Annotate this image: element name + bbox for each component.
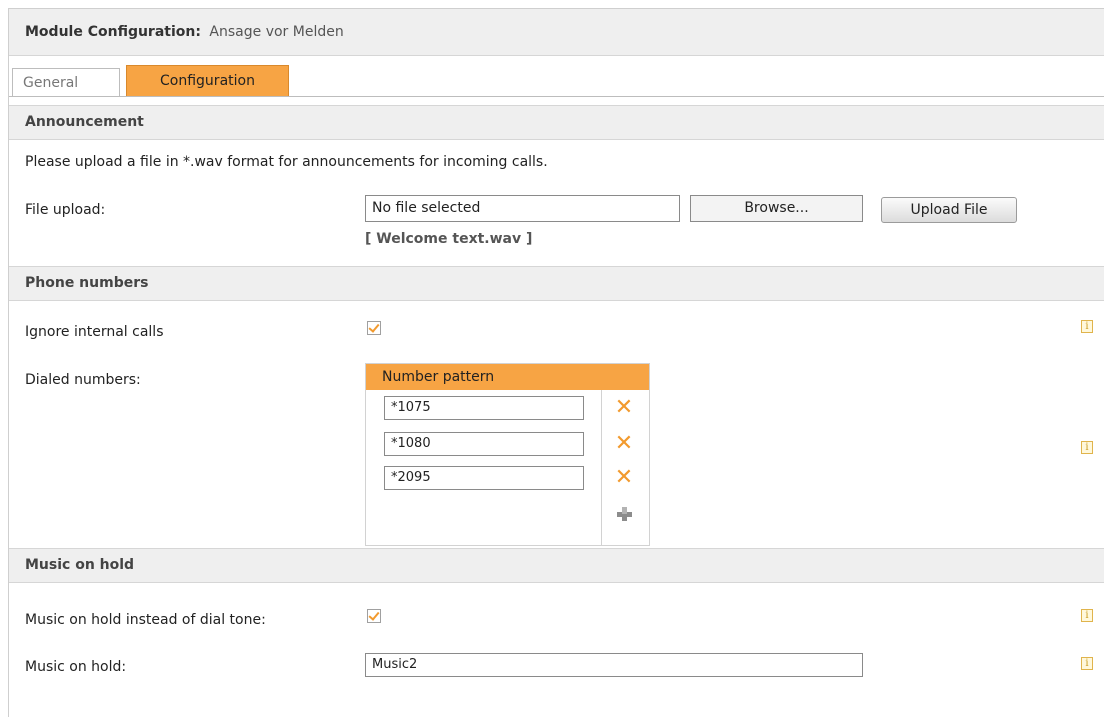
- number-pattern-input[interactable]: *1075: [384, 396, 584, 420]
- number-pattern-input[interactable]: *2095: [384, 466, 584, 490]
- file-upload-label: File upload:: [25, 202, 106, 218]
- music-instead-of-dial-tone-label: Music on hold instead of dial tone:: [25, 612, 266, 628]
- number-pattern-table: Number pattern *1075 ✕ *1080 ✕ *2095 ✕: [365, 363, 650, 546]
- ignore-internal-calls-checkbox[interactable]: [367, 321, 381, 335]
- phone-numbers-section-header: Phone numbers: [9, 266, 1104, 301]
- info-icon[interactable]: i: [1081, 320, 1093, 333]
- current-announcement-file[interactable]: [ Welcome text.wav ]: [365, 231, 532, 247]
- number-pattern-header: Number pattern: [366, 364, 649, 390]
- info-icon[interactable]: i: [1081, 441, 1093, 454]
- module-title-bar: Module Configuration: Ansage vor Melden: [9, 9, 1104, 56]
- tab-configuration[interactable]: Configuration: [126, 65, 289, 96]
- tab-general[interactable]: General: [12, 68, 120, 96]
- announcement-section-header: Announcement: [9, 105, 1104, 140]
- dialed-numbers-label: Dialed numbers:: [25, 372, 141, 388]
- upload-file-button[interactable]: Upload File: [881, 197, 1017, 223]
- file-upload-input[interactable]: No file selected: [365, 195, 680, 222]
- delete-x-icon[interactable]: ✕: [614, 397, 634, 419]
- browse-button[interactable]: Browse...: [690, 195, 863, 222]
- number-pattern-input[interactable]: *1080: [384, 432, 584, 456]
- ignore-internal-calls-label: Ignore internal calls: [25, 324, 164, 340]
- music-on-hold-field[interactable]: Music2: [365, 653, 863, 677]
- delete-x-icon[interactable]: ✕: [614, 467, 634, 489]
- module-config-panel: Module Configuration: Ansage vor Melden …: [8, 8, 1104, 717]
- plus-icon[interactable]: [614, 504, 634, 524]
- info-icon[interactable]: i: [1081, 609, 1093, 622]
- module-title-label: Module Configuration:: [25, 24, 201, 40]
- module-name: Ansage vor Melden: [209, 24, 344, 40]
- tab-bar: General Configuration: [9, 56, 1104, 97]
- column-separator: [601, 390, 602, 545]
- music-on-hold-label: Music on hold:: [25, 659, 127, 675]
- delete-x-icon[interactable]: ✕: [614, 433, 634, 455]
- music-instead-of-dial-tone-checkbox[interactable]: [367, 609, 381, 623]
- info-icon[interactable]: i: [1081, 657, 1093, 670]
- announcement-description: Please upload a file in *.wav format for…: [25, 154, 548, 170]
- music-on-hold-section-header: Music on hold: [9, 548, 1104, 583]
- tab-divider: [9, 96, 1104, 97]
